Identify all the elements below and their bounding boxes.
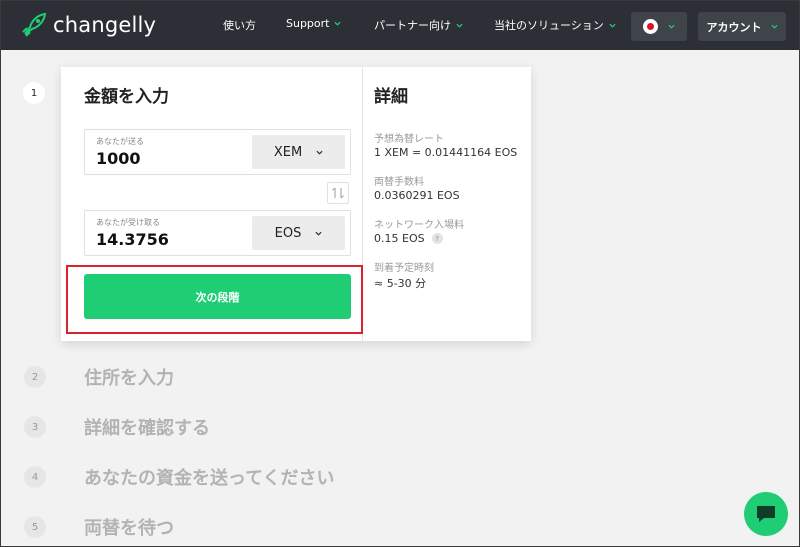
- chat-bubble-icon: [757, 506, 775, 522]
- step-2-badge: 2: [24, 366, 46, 388]
- send-label: あなたが送る: [96, 137, 144, 146]
- nav-support-label: Support: [286, 17, 330, 30]
- send-amount[interactable]: 1000: [96, 149, 141, 168]
- nav-how-to[interactable]: 使い方: [223, 17, 256, 33]
- help-icon[interactable]: ?: [431, 233, 443, 244]
- swap-arrows-icon: [332, 187, 344, 199]
- send-amount-field[interactable]: あなたが送る 1000 XEM: [84, 129, 351, 175]
- nav-support[interactable]: Support: [286, 17, 342, 30]
- chevron-down-icon: [334, 21, 342, 26]
- account-button[interactable]: アカウント: [698, 12, 786, 41]
- fee-value: 0.0360291 EOS: [374, 189, 460, 202]
- receive-amount: 14.3756: [96, 230, 169, 249]
- nav-how-to-label: 使い方: [223, 19, 256, 32]
- eta-label: 到着予定時刻: [374, 263, 434, 274]
- next-step-button[interactable]: 次の段階: [84, 274, 351, 319]
- account-label: アカウント: [706, 20, 762, 34]
- step-number: 2: [31, 371, 39, 383]
- rate-value: 1 XEM = 0.01441164 EOS: [374, 146, 518, 159]
- eta-value: ≈ 5-30 分: [374, 277, 427, 290]
- nav-partners[interactable]: パートナー向け: [374, 17, 463, 33]
- step-1-badge: 1: [23, 82, 45, 104]
- top-nav-bar: changelly 使い方 Support パートナー向け 当社のソリューション…: [1, 1, 799, 50]
- step-4-badge: 4: [24, 466, 46, 488]
- nav-partners-label: パートナー向け: [374, 19, 451, 32]
- receive-label: あなたが受け取る: [96, 218, 160, 227]
- network-fee-label: ネットワーク入場料: [374, 220, 464, 231]
- send-currency: XEM: [273, 144, 303, 160]
- details-title: 詳細: [374, 87, 408, 107]
- receive-currency-select[interactable]: EOS: [252, 216, 345, 250]
- step-number: 4: [31, 471, 39, 483]
- logo[interactable]: changelly: [19, 10, 156, 40]
- rocket-icon: [22, 12, 47, 37]
- network-fee-value: 0.15 EOS: [374, 232, 425, 245]
- language-selector[interactable]: [631, 12, 687, 41]
- chevron-down-icon: [316, 150, 323, 155]
- chat-button[interactable]: [744, 492, 788, 536]
- step-3-title: 詳細を確認する: [84, 418, 210, 439]
- nav-solutions[interactable]: 当社のソリューション: [494, 17, 616, 33]
- network-fee-row: 0.15 EOS ?: [374, 232, 443, 245]
- step-5-badge: 5: [24, 516, 46, 538]
- logo-text: changelly: [53, 13, 157, 37]
- nav-solutions-label: 当社のソリューション: [494, 19, 604, 32]
- fee-label: 両替手数料: [374, 177, 424, 188]
- step-number: 3: [31, 421, 39, 433]
- send-currency-select[interactable]: XEM: [252, 135, 345, 169]
- receive-amount-field[interactable]: あなたが受け取る 14.3756 EOS: [84, 210, 351, 256]
- step-3-badge: 3: [24, 416, 46, 438]
- japan-flag-icon: [643, 19, 658, 34]
- step-5-title: 両替を待つ: [84, 518, 174, 539]
- swap-currencies-button[interactable]: [327, 182, 349, 204]
- step-2-title: 住所を入力: [84, 368, 174, 389]
- chevron-down-icon: [770, 24, 778, 29]
- chevron-down-icon: [315, 231, 322, 236]
- step-4-title: あなたの資金を送ってください: [84, 468, 335, 489]
- step-1-title: 金額を入力: [84, 87, 169, 107]
- card-divider: [362, 67, 363, 341]
- step-number: 1: [30, 87, 38, 99]
- chevron-down-icon: [456, 23, 463, 28]
- chevron-down-icon: [668, 24, 675, 29]
- exchange-card: 金額を入力 あなたが送る 1000 XEM あなたが受け取る 14.3756 E…: [61, 67, 531, 341]
- receive-currency: EOS: [274, 225, 302, 241]
- chevron-down-icon: [609, 23, 616, 28]
- step-number: 5: [31, 521, 39, 533]
- rate-label: 予想為替レート: [374, 134, 444, 145]
